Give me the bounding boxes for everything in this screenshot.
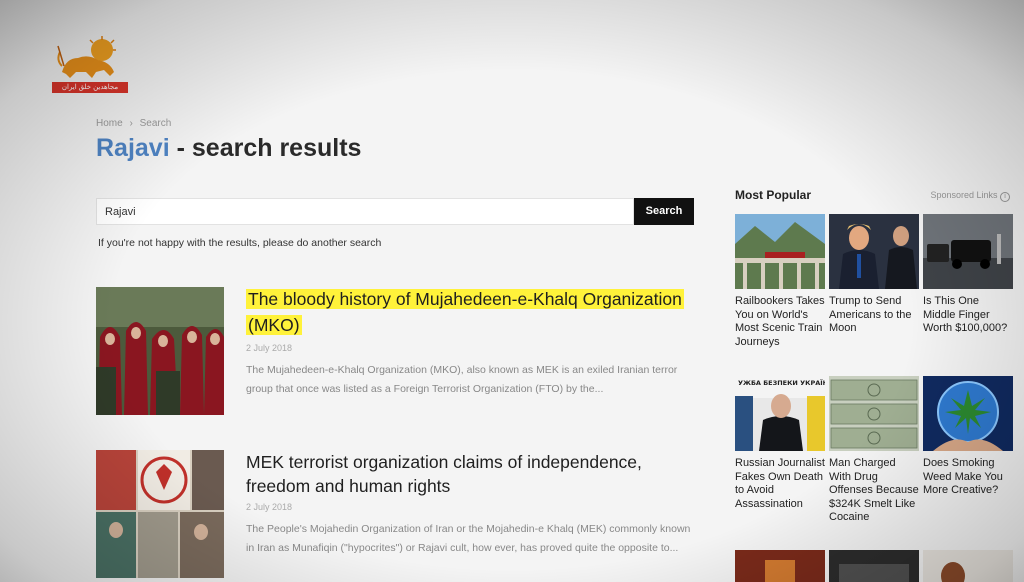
card-image[interactable] xyxy=(829,214,919,289)
result-title-link[interactable]: The bloody history of Mujahedeen-e-Khalq… xyxy=(246,289,684,335)
card-image[interactable] xyxy=(923,550,1013,582)
sponsored-links-label[interactable]: Sponsored Links i xyxy=(930,190,1010,202)
popular-card[interactable]: Does Smoking Weed Make You More Creative… xyxy=(923,376,1013,498)
search-button[interactable]: Search xyxy=(634,198,694,225)
logo-text: مجاهدین خلق ایران xyxy=(52,82,128,93)
popular-card[interactable]: Railbookers Takes You on World's Most Sc… xyxy=(735,214,825,349)
card-caption[interactable]: Railbookers Takes You on World's Most Sc… xyxy=(735,295,825,349)
card-caption[interactable]: Does Smoking Weed Make You More Creative… xyxy=(923,457,1013,498)
result-thumbnail[interactable] xyxy=(96,287,224,415)
breadcrumb: Home › Search xyxy=(96,118,175,129)
card-caption[interactable]: Russian Journalist Fakes Own Death to Av… xyxy=(735,457,825,511)
result-date: 2 July 2018 xyxy=(246,502,293,512)
card-image-text: УЖБА БЕЗПЕКИ УКРАЇН xyxy=(738,378,825,387)
popular-card[interactable] xyxy=(829,550,919,582)
card-caption[interactable]: Trump to Send Americans to the Moon xyxy=(829,295,919,336)
card-image[interactable] xyxy=(829,376,919,451)
sponsored-text: Sponsored Links xyxy=(930,190,998,200)
card-caption[interactable]: Man Charged With Drug Offenses Because $… xyxy=(829,457,919,525)
breadcrumb-current: Search xyxy=(139,118,172,129)
breadcrumb-home[interactable]: Home xyxy=(96,118,123,129)
card-image[interactable] xyxy=(735,214,825,289)
card-image[interactable] xyxy=(923,214,1013,289)
result-thumbnail[interactable] xyxy=(96,450,224,578)
search-input[interactable]: Rajavi xyxy=(96,198,634,225)
card-image[interactable] xyxy=(829,550,919,582)
popular-card[interactable]: Is This One Middle Finger Worth $100,000… xyxy=(923,214,1013,336)
popular-card[interactable]: УЖБА БЕЗПЕКИ УКРАЇН Russian Journalist F… xyxy=(735,376,825,511)
result-excerpt: The People's Mojahedin Organization of I… xyxy=(246,523,691,554)
popular-card[interactable]: Trump to Send Americans to the Moon xyxy=(829,214,919,336)
page-title: Rajavi - search results xyxy=(96,134,361,163)
result-excerpt: The Mujahedeen-e-Khalq Organization (MKO… xyxy=(246,364,678,395)
popular-card[interactable] xyxy=(923,550,1013,582)
card-image[interactable] xyxy=(923,376,1013,451)
title-suffix: - search results xyxy=(169,134,362,162)
popular-card[interactable] xyxy=(735,550,825,582)
info-icon[interactable]: i xyxy=(1000,192,1010,202)
site-logo[interactable]: مجاهدین خلق ایران xyxy=(52,36,128,94)
popular-card[interactable]: Man Charged With Drug Offenses Because $… xyxy=(829,376,919,525)
lion-sun-emblem-icon xyxy=(57,36,116,78)
sidebar-title: Most Popular xyxy=(735,188,812,202)
search-hint: If you're not happy with the results, pl… xyxy=(98,237,382,249)
card-image[interactable]: УЖБА БЕЗПЕКИ УКРАЇН xyxy=(735,376,825,451)
breadcrumb-separator: › xyxy=(129,118,133,129)
result-date: 2 July 2018 xyxy=(246,343,293,353)
result-title-link[interactable]: MEK terrorist organization claims of ind… xyxy=(246,450,696,498)
title-query: Rajavi xyxy=(96,134,170,162)
most-popular-sidebar: Most Popular Sponsored Links i Railbooke… xyxy=(735,186,1013,582)
card-caption[interactable]: Is This One Middle Finger Worth $100,000… xyxy=(923,295,1013,336)
card-image[interactable] xyxy=(735,550,825,582)
